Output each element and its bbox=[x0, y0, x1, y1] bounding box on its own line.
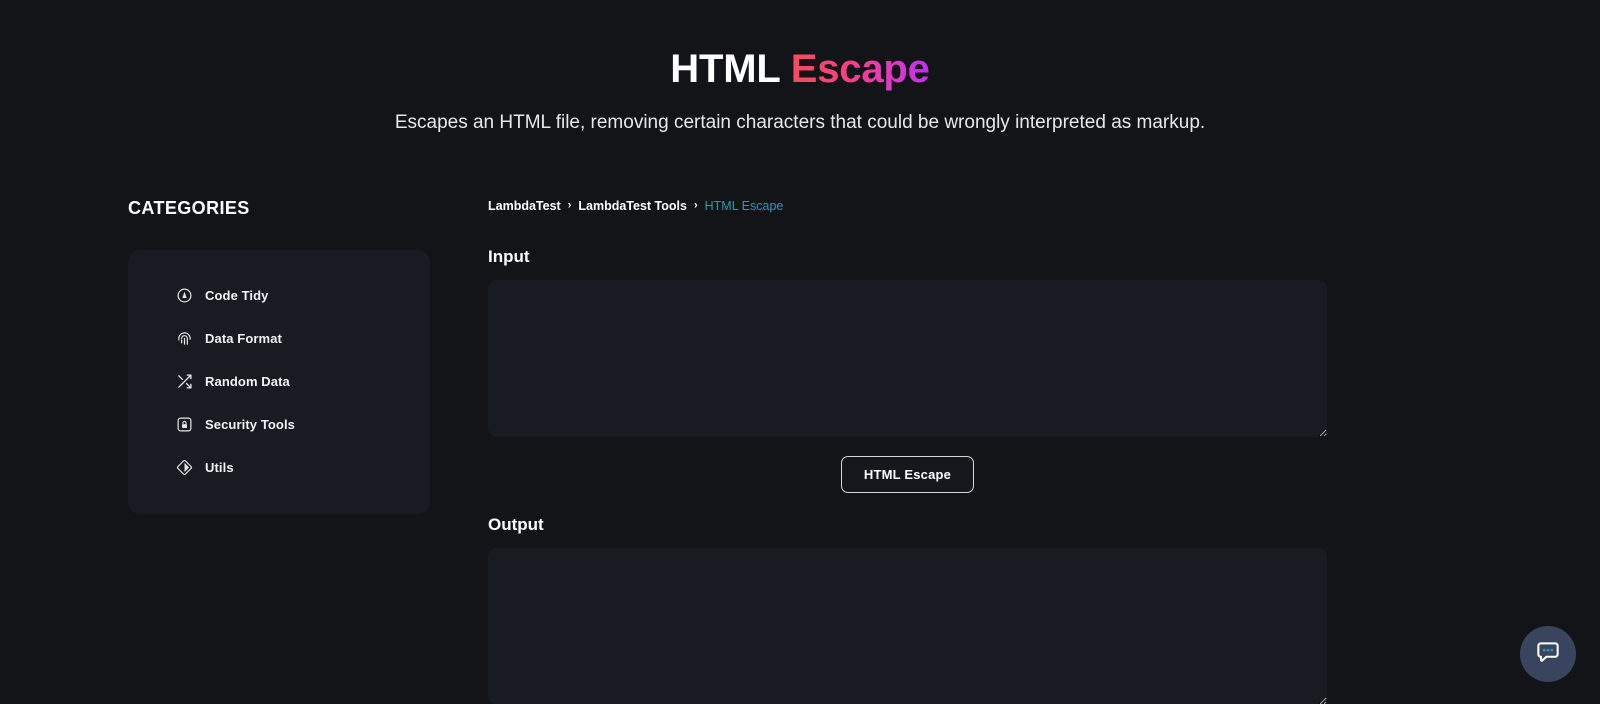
html-escape-button[interactable]: HTML Escape bbox=[840, 456, 975, 493]
sidebar-item-label: Utils bbox=[205, 459, 234, 475]
category-list: Code Tidy Data Format Random Data Securi… bbox=[128, 250, 430, 514]
sidebar-item-label: Code Tidy bbox=[205, 287, 269, 303]
sidebar-item-random-data[interactable]: Random Data bbox=[128, 368, 430, 394]
input-section: Input bbox=[488, 247, 1600, 437]
sidebar-item-label: Security Tools bbox=[205, 416, 296, 432]
sidebar-item-data-format[interactable]: Data Format bbox=[128, 325, 430, 351]
sidebar: CATEGORIES Code Tidy Data Format Random … bbox=[128, 198, 430, 514]
chevron-right-icon: › bbox=[567, 199, 572, 211]
breadcrumb-item-lambdatest[interactable]: LambdaTest bbox=[488, 199, 561, 213]
chevron-right-icon: › bbox=[693, 199, 698, 211]
breadcrumb-item-lambdatest-tools[interactable]: LambdaTest Tools bbox=[578, 199, 687, 213]
code-tidy-icon bbox=[176, 287, 193, 304]
page-title-primary: HTML bbox=[670, 47, 780, 91]
output-label: Output bbox=[488, 515, 544, 534]
page-layout: CATEGORIES Code Tidy Data Format Random … bbox=[0, 198, 1600, 704]
page-title-accent: Escape bbox=[790, 47, 930, 91]
sidebar-item-label: Data Format bbox=[205, 330, 282, 346]
output-section: Output bbox=[488, 515, 1600, 704]
sidebar-item-label: Random Data bbox=[205, 373, 290, 389]
page-subtitle: Escapes an HTML file, removing certain c… bbox=[394, 112, 1206, 133]
main-content: LambdaTest › LambdaTest Tools › HTML Esc… bbox=[430, 198, 1600, 704]
breadcrumb: LambdaTest › LambdaTest Tools › HTML Esc… bbox=[488, 198, 1600, 214]
chat-bubble-icon bbox=[1533, 638, 1563, 671]
action-row: HTML Escape bbox=[488, 456, 1327, 493]
lock-icon bbox=[176, 416, 193, 433]
page-title: HTML Escape bbox=[0, 44, 1600, 94]
sidebar-item-code-tidy[interactable]: Code Tidy bbox=[128, 282, 430, 308]
input-textarea[interactable] bbox=[488, 280, 1327, 437]
sidebar-item-utils[interactable]: Utils bbox=[128, 454, 430, 480]
fingerprint-icon bbox=[176, 330, 193, 347]
sidebar-item-security-tools[interactable]: Security Tools bbox=[128, 411, 430, 437]
gem-icon bbox=[176, 459, 193, 476]
breadcrumb-item-current: HTML Escape bbox=[704, 199, 784, 213]
input-label: Input bbox=[488, 247, 530, 266]
page-header: HTML Escape Escapes an HTML file, removi… bbox=[0, 0, 1600, 136]
chat-widget-button[interactable] bbox=[1520, 626, 1576, 682]
output-textarea[interactable] bbox=[488, 548, 1327, 704]
shuffle-icon bbox=[176, 373, 193, 390]
sidebar-heading: CATEGORIES bbox=[128, 198, 250, 218]
